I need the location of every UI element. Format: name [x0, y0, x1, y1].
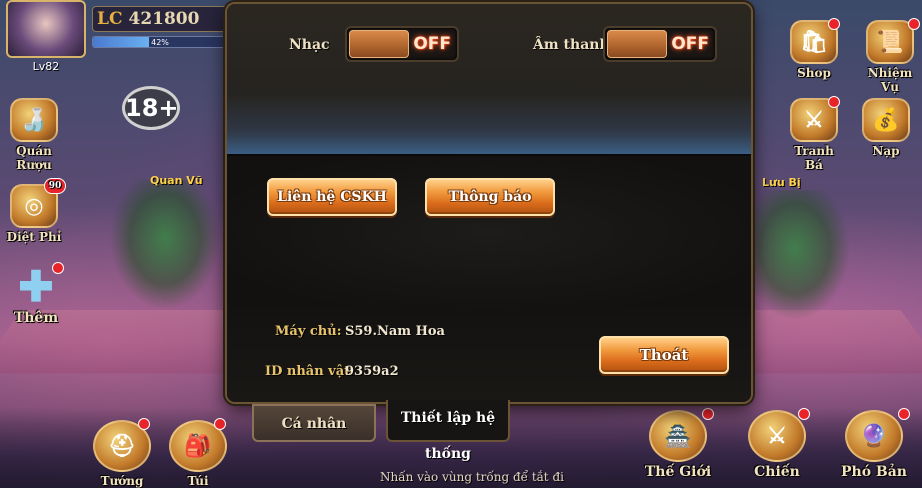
sound-toggle-knob[interactable] [607, 30, 667, 58]
music-state: OFF [413, 34, 451, 54]
server-value: S59.Nam Hoa [345, 324, 445, 339]
server-label: Máy chủ: [275, 324, 342, 339]
settings-dialog: Nhạc OFF Âm thanh OFF Liên hệ CSKH Thông… [225, 2, 753, 404]
exit-button[interactable]: Thoát [599, 336, 729, 374]
music-toggle-knob[interactable] [349, 30, 409, 58]
contact-support-button[interactable]: Liên hệ CSKH [267, 178, 397, 216]
character-id-value: 9359a2 [345, 364, 399, 379]
music-toggle[interactable]: OFF [345, 26, 459, 62]
sound-state: OFF [671, 34, 709, 54]
tab-personal[interactable]: Cá nhân [252, 404, 376, 442]
tab-system-settings[interactable]: Thiết lập hệ thống [386, 400, 510, 462]
sound-label: Âm thanh [533, 37, 610, 53]
sound-toggle[interactable]: OFF [603, 26, 717, 62]
character-id-label: ID nhân vật: [265, 364, 355, 379]
music-label: Nhạc [289, 37, 330, 53]
notice-button[interactable]: Thông báo [425, 178, 555, 216]
